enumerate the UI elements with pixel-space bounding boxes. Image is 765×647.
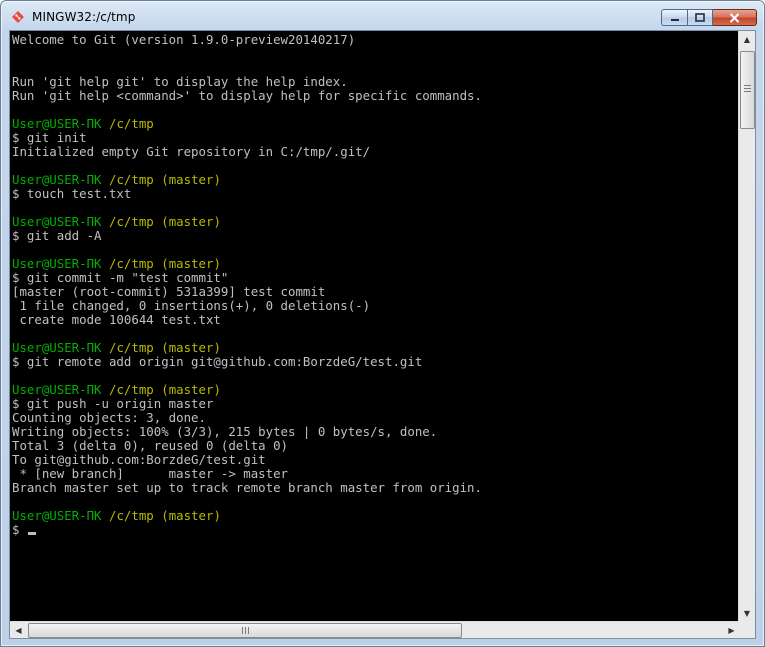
command-line: $ git init xyxy=(12,130,87,145)
prompt-path: /c/tmp xyxy=(109,382,154,397)
vertical-scroll-thumb[interactable] xyxy=(740,51,755,129)
prompt-line: User@USER-ПК /c/tmp (master) xyxy=(12,257,740,271)
prompt-user: User@USER-ПК xyxy=(12,116,102,131)
horizontal-scrollbar[interactable]: ◀ ▶ xyxy=(10,621,740,638)
prompt-path: /c/tmp xyxy=(109,340,154,355)
window-title: MINGW32:/c/tmp xyxy=(32,10,136,24)
prompt-branch: (master) xyxy=(161,340,221,355)
output-line: Counting objects: 3, done. xyxy=(12,410,206,425)
command-line: $ git push -u origin master xyxy=(12,396,214,411)
prompt-line: User@USER-ПК /c/tmp (master) xyxy=(12,383,740,397)
output-line: Writing objects: 100% (3/3), 215 bytes |… xyxy=(12,424,438,439)
prompt-path: /c/tmp xyxy=(109,256,154,271)
prompt-user: User@USER-ПК xyxy=(12,214,102,229)
command-line: $ git add -A xyxy=(12,228,102,243)
output-line: Total 3 (delta 0), reused 0 (delta 0) xyxy=(12,438,289,453)
title-bar[interactable]: MINGW32:/c/tmp xyxy=(1,1,764,31)
output-line: Welcome to Git (version 1.9.0-preview201… xyxy=(12,32,356,47)
prompt-line: User@USER-ПК /c/tmp xyxy=(12,117,740,131)
scroll-left-arrow-icon[interactable]: ◀ xyxy=(10,622,27,638)
git-diamond-icon xyxy=(12,11,24,23)
prompt-line: User@USER-ПК /c/tmp (master) xyxy=(12,341,740,355)
command-line: $ git remote add origin git@github.com:B… xyxy=(12,354,423,369)
prompt-user: User@USER-ПК xyxy=(12,256,102,271)
output-line: To git@github.com:BorzdeG/test.git xyxy=(12,452,266,467)
output-line: create mode 100644 test.txt xyxy=(12,312,221,327)
command-line: $ touch test.txt xyxy=(12,186,132,201)
scroll-up-arrow-icon[interactable]: ▲ xyxy=(739,31,755,48)
scrollbar-corner xyxy=(738,621,755,638)
command-input-line[interactable]: $ xyxy=(12,523,740,537)
caption-buttons xyxy=(661,9,757,26)
output-line: * [new branch] master -> master xyxy=(12,466,289,481)
output-line: 1 file changed, 0 insertions(+), 0 delet… xyxy=(12,298,371,313)
vertical-scrollbar[interactable]: ▲ ▼ xyxy=(738,31,755,622)
prompt-path: /c/tmp xyxy=(109,172,154,187)
command-line: $ git commit -m "test commit" xyxy=(12,270,229,285)
terminal-window: MINGW32:/c/tmp Welcome to Git (version 1… xyxy=(0,0,765,647)
output-line: Run 'git help <command>' to display help… xyxy=(12,88,482,103)
prompt-branch: (master) xyxy=(161,256,221,271)
horizontal-scroll-thumb[interactable] xyxy=(28,623,462,638)
prompt-user: User@USER-ПК xyxy=(12,382,102,397)
minimize-icon xyxy=(670,18,679,21)
output-line: Run 'git help git' to display the help i… xyxy=(12,74,348,89)
text-cursor xyxy=(27,532,36,535)
maximize-button[interactable] xyxy=(687,9,713,26)
prompt-line: User@USER-ПК /c/tmp (master) xyxy=(12,509,740,523)
maximize-icon xyxy=(695,13,705,22)
prompt-path: /c/tmp xyxy=(109,508,154,523)
scroll-down-arrow-icon[interactable]: ▼ xyxy=(739,605,755,622)
terminal-output[interactable]: Welcome to Git (version 1.9.0-preview201… xyxy=(10,31,740,622)
input-prompt-symbol: $ xyxy=(12,522,27,537)
prompt-line: User@USER-ПК /c/tmp (master) xyxy=(12,215,740,229)
prompt-line: User@USER-ПК /c/tmp (master) xyxy=(12,173,740,187)
prompt-user: User@USER-ПК xyxy=(12,508,102,523)
prompt-branch: (master) xyxy=(161,172,221,187)
prompt-path: /c/tmp xyxy=(109,116,154,131)
console-area[interactable]: Welcome to Git (version 1.9.0-preview201… xyxy=(9,30,756,639)
prompt-user: User@USER-ПК xyxy=(12,340,102,355)
prompt-path: /c/tmp xyxy=(109,214,154,229)
output-line: [master (root-commit) 531a399] test comm… xyxy=(12,284,326,299)
close-icon xyxy=(729,12,740,23)
output-line: Branch master set up to track remote bra… xyxy=(12,480,482,495)
prompt-branch: (master) xyxy=(161,214,221,229)
output-line: Initialized empty Git repository in C:/t… xyxy=(12,144,371,159)
prompt-branch: (master) xyxy=(161,382,221,397)
prompt-user: User@USER-ПК xyxy=(12,172,102,187)
close-button[interactable] xyxy=(713,9,757,26)
minimize-button[interactable] xyxy=(661,9,687,26)
prompt-branch: (master) xyxy=(161,508,221,523)
